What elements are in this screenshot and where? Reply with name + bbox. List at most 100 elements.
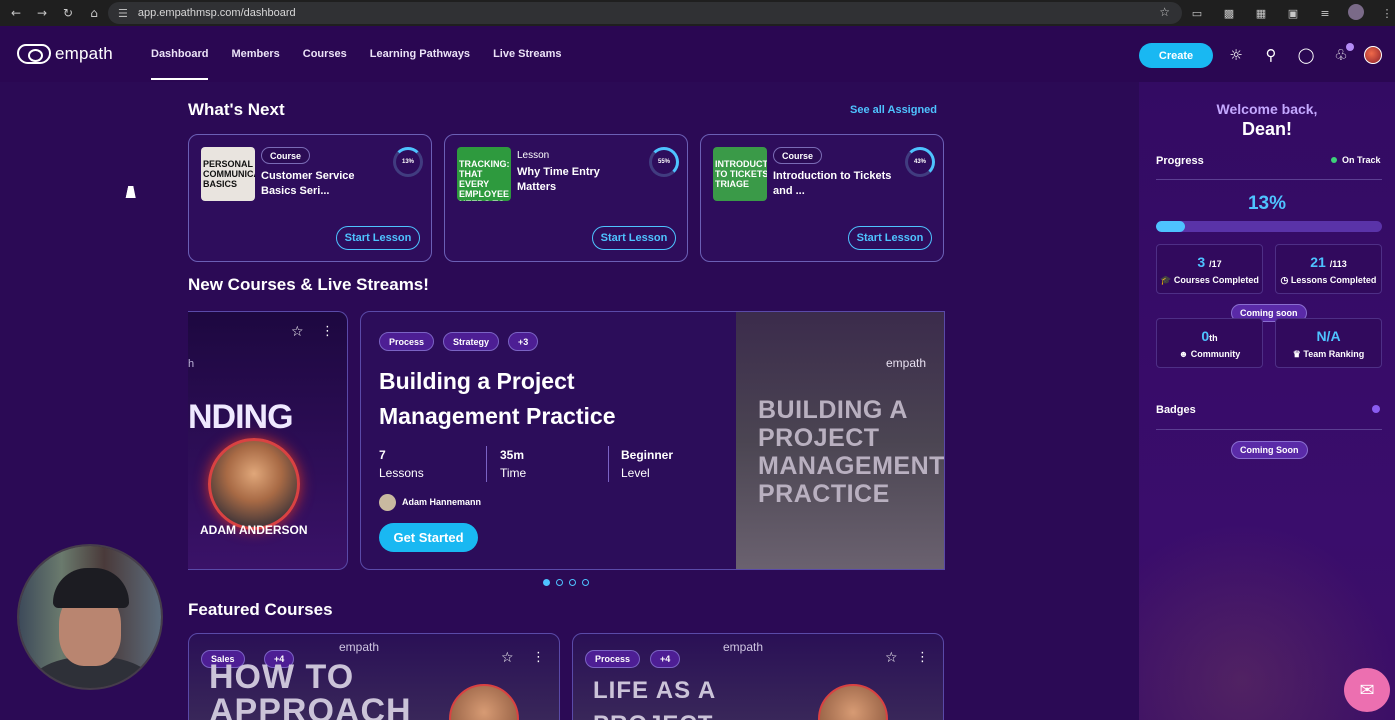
- browser-menu-icon[interactable]: ⋮: [1378, 4, 1395, 22]
- lessons-completed-label: ◷ Lessons Completed: [1280, 275, 1377, 285]
- next-card-1[interactable]: PERSONAL COMMUNICATION BASICS Course Cus…: [188, 134, 432, 262]
- nav-learning-pathways[interactable]: Learning Pathways: [370, 26, 470, 82]
- tag-chip-more[interactable]: +4: [650, 650, 681, 668]
- extension-icon-2[interactable]: ▩: [1220, 4, 1238, 22]
- card-title: Introduction to Tickets and ...: [773, 170, 892, 197]
- tag-chip[interactable]: Process: [585, 650, 641, 668]
- browser-nav: ← → ↻ ⌂: [0, 3, 104, 23]
- reading-list-icon[interactable]: ≡: [1316, 4, 1334, 22]
- nav-live-streams[interactable]: Live Streams: [493, 26, 561, 82]
- nav-courses[interactable]: Courses: [303, 26, 347, 82]
- featured-card-1[interactable]: Sales +4 empath HOW TO APPROACH ☆ ⋮: [188, 633, 560, 720]
- team-rank: N/A: [1316, 328, 1341, 344]
- logo-mark-icon: [17, 44, 51, 64]
- courses-completed-box: 3 /17 🎓 Courses Completed: [1156, 244, 1263, 294]
- tag-chip[interactable]: Strategy: [443, 332, 500, 351]
- featured-courses-title: Featured Courses: [188, 600, 333, 619]
- favorite-star-icon[interactable]: ☆: [291, 324, 304, 340]
- theme-sun-icon[interactable]: ☼: [1225, 44, 1247, 66]
- more-options-icon[interactable]: ⋮: [532, 650, 545, 665]
- app-header: empath Dashboard Members Courses Learnin…: [0, 26, 1395, 82]
- nav-members[interactable]: Members: [231, 26, 279, 82]
- favorite-star-icon[interactable]: ☆: [885, 650, 898, 666]
- carousel-pagination: [543, 579, 589, 586]
- address-bar[interactable]: ☰ app.empathmsp.com/dashboard ☆: [108, 2, 1182, 24]
- site-info-icon[interactable]: ☰: [118, 7, 128, 20]
- author-avatar: [379, 494, 396, 511]
- progress-bar: [1156, 221, 1382, 232]
- favorite-star-icon[interactable]: ☆: [501, 650, 514, 666]
- support-chat-icon[interactable]: ✉: [1344, 668, 1390, 712]
- create-button[interactable]: Create: [1139, 43, 1213, 68]
- next-card-3[interactable]: INTRODUCTION TO TICKETS & TRIAGE Course …: [700, 134, 944, 262]
- reload-icon[interactable]: ↻: [58, 3, 78, 23]
- badges-indicator-dot: [1372, 405, 1380, 413]
- courses-completed-label: 🎓 Courses Completed: [1160, 275, 1259, 285]
- forward-icon[interactable]: →: [32, 3, 52, 23]
- notification-dot: [1346, 43, 1354, 51]
- presenter-portrait: [818, 684, 888, 720]
- extension-icon-1[interactable]: ▭: [1188, 4, 1206, 22]
- community-rank: 0th: [1201, 328, 1218, 344]
- featured-card-2[interactable]: Process +4 empath LIFE AS APROJECT ☆ ⋮: [572, 633, 944, 720]
- back-icon[interactable]: ←: [6, 3, 26, 23]
- puzzle-icon[interactable]: ▦: [1252, 4, 1270, 22]
- status-badge: On Track: [1331, 155, 1381, 165]
- progress-percent: 13%: [1247, 193, 1287, 214]
- bookmark-star-icon[interactable]: ☆: [1159, 5, 1170, 19]
- card-title: Why Time Entry Matters: [517, 166, 600, 193]
- type-badge: Course: [773, 147, 823, 164]
- main-nav: Dashboard Members Courses Learning Pathw…: [151, 26, 585, 82]
- screenshot-icon[interactable]: ▣: [1284, 4, 1302, 22]
- more-options-icon[interactable]: ⋮: [916, 650, 929, 665]
- card-art-text: HOW TO APPROACH: [209, 658, 412, 720]
- start-lesson-button[interactable]: Start Lesson: [592, 226, 676, 250]
- url-text: app.empathmsp.com/dashboard: [137, 7, 296, 19]
- browser-profile-avatar[interactable]: [1348, 4, 1364, 20]
- team-ranking-label: ♛ Team Ranking: [1292, 349, 1365, 359]
- progress-ring: 43%: [905, 147, 935, 177]
- author-name[interactable]: Adam Hannemann: [402, 497, 481, 507]
- lessons-completed-count: 21 /113: [1310, 254, 1347, 270]
- presenter-name: ADAM ANDERSON: [200, 523, 308, 537]
- chat-icon[interactable]: ◯: [1295, 44, 1317, 66]
- start-lesson-button[interactable]: Start Lesson: [336, 226, 420, 250]
- tag-chip[interactable]: Process: [379, 332, 435, 351]
- presenter-portrait: [208, 438, 300, 530]
- tag-chip-more[interactable]: +3: [508, 332, 539, 351]
- carousel-dot-3[interactable]: [569, 579, 576, 586]
- time-value: 35m: [500, 448, 525, 462]
- slide-art-text: NDING: [188, 398, 294, 436]
- start-lesson-button[interactable]: Start Lesson: [848, 226, 932, 250]
- carousel-dot-4[interactable]: [582, 579, 589, 586]
- progress-ring: 13%: [393, 147, 423, 177]
- status-dot: [1331, 157, 1337, 163]
- slide-title: Building a Project Management Practice: [379, 368, 616, 429]
- type-badge: Lesson: [517, 150, 550, 161]
- nav-dashboard[interactable]: Dashboard: [151, 26, 209, 82]
- card-title: Customer Service Basics Seri...: [261, 170, 355, 197]
- search-icon[interactable]: ⚲: [1260, 44, 1282, 66]
- mouse-cursor-icon: [125, 186, 139, 198]
- lessons-label: Lessons: [379, 466, 424, 480]
- stat-divider: [486, 446, 487, 482]
- presenter-portrait: [449, 684, 519, 720]
- next-card-2[interactable]: TRACKING: THAT EVERY EMPLOYEE NEEDS TO K…: [444, 134, 688, 262]
- carousel-dot-1[interactable]: [543, 579, 550, 586]
- art-title-text: BUILDING A PROJECT MANAGEMENT PRACTICE: [758, 396, 945, 508]
- progress-panel: Welcome back, Dean! Progress On Track 13…: [1139, 82, 1395, 720]
- user-avatar[interactable]: [1364, 46, 1382, 64]
- carousel-prev-slide[interactable]: h NDING ADAM ANDERSON ☆ ⋮: [188, 311, 348, 570]
- see-all-assigned-link[interactable]: See all Assigned: [850, 104, 937, 116]
- lessons-value: 7: [379, 448, 386, 462]
- carousel-dot-2[interactable]: [556, 579, 563, 586]
- community-label: ☻ Community: [1178, 349, 1241, 359]
- more-options-icon[interactable]: ⋮: [321, 324, 334, 339]
- course-thumbnail: INTRODUCTION TO TICKETS & TRIAGE: [713, 147, 767, 201]
- new-courses-title: New Courses & Live Streams!: [188, 275, 429, 294]
- level-label: Level: [621, 466, 650, 480]
- get-started-button[interactable]: Get Started: [379, 523, 478, 552]
- stat-divider: [608, 446, 609, 482]
- empath-logo[interactable]: empath: [17, 44, 113, 64]
- home-icon[interactable]: ⌂: [84, 3, 104, 23]
